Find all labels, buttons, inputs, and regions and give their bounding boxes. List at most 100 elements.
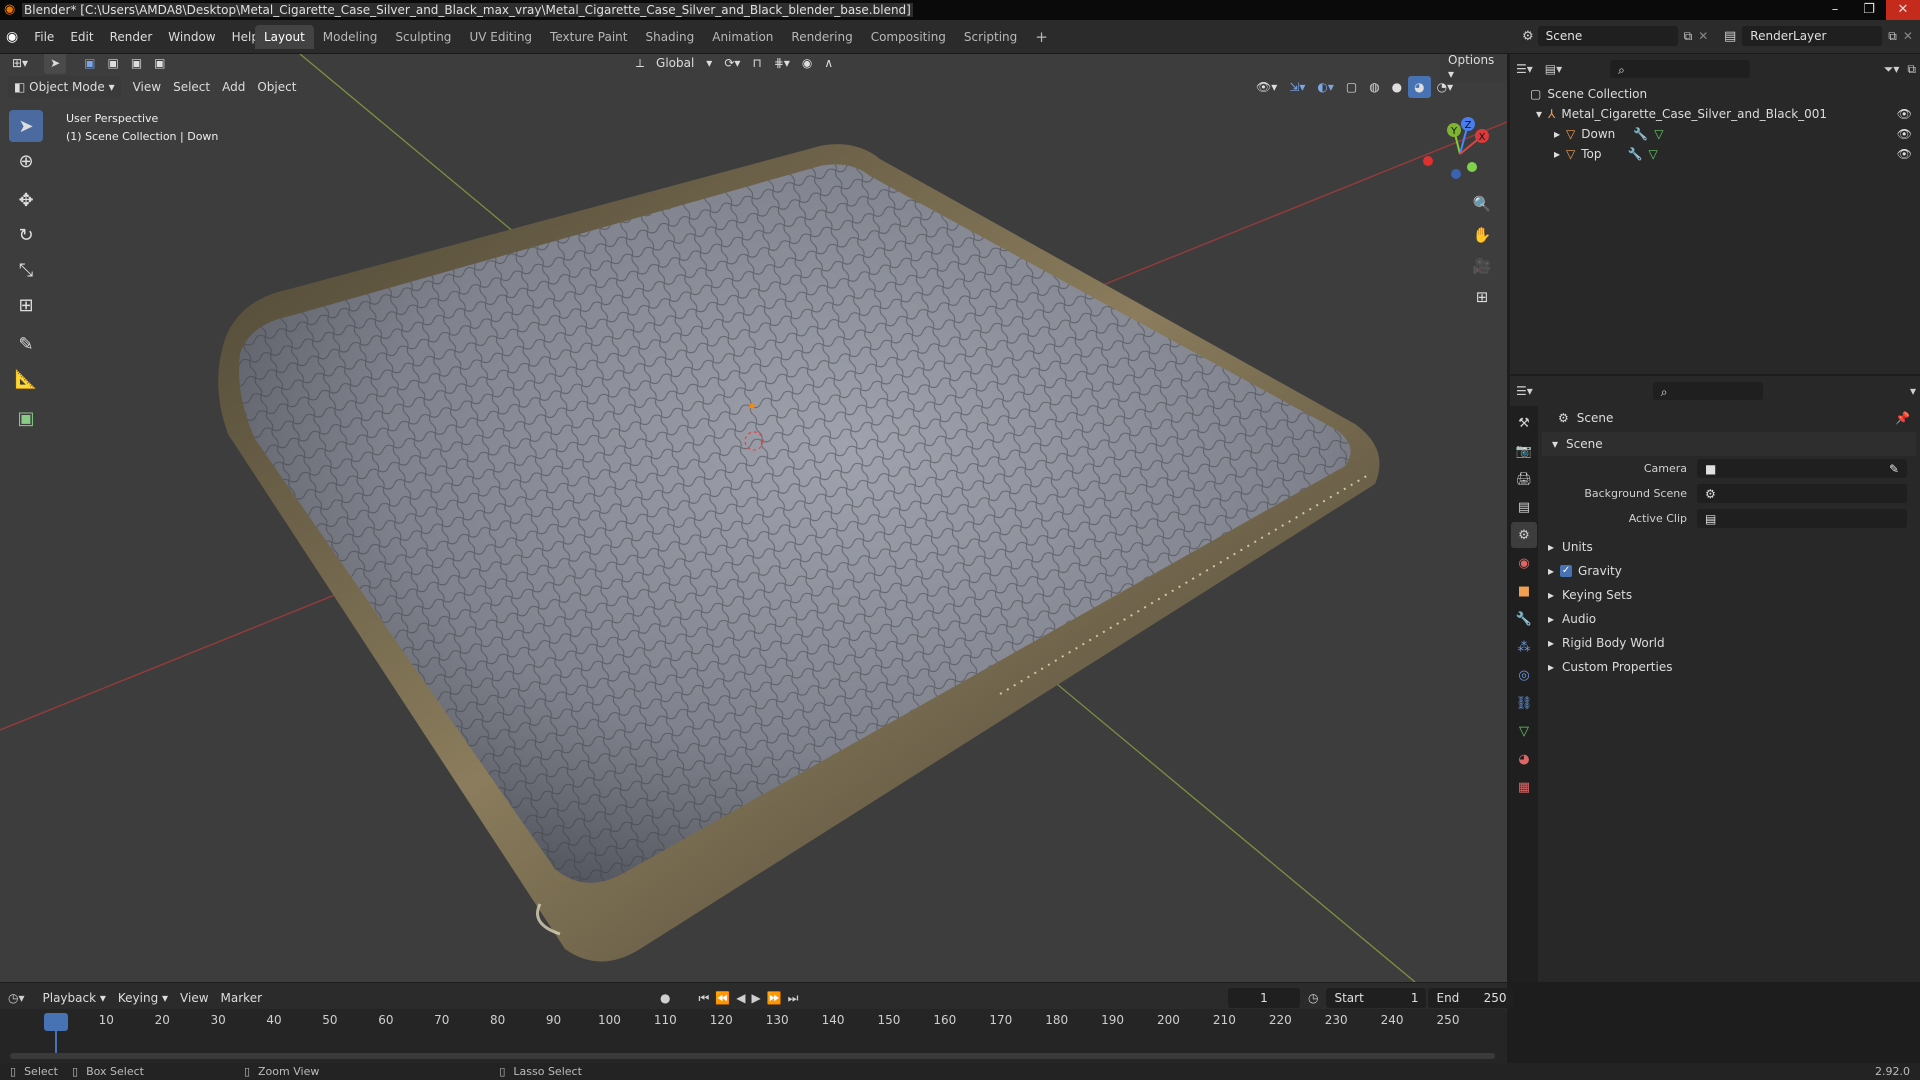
outliner-row-scene-collection[interactable]: ▢ Scene Collection xyxy=(1510,84,1920,104)
mesh-data-icon[interactable]: ▽ xyxy=(1648,144,1657,164)
selection-mode-new-icon[interactable]: ▣ xyxy=(78,54,101,74)
camera-view-icon[interactable]: 🎥 xyxy=(1468,252,1496,280)
cursor-tool-icon[interactable]: ⊕ xyxy=(9,145,43,177)
world-tab-icon[interactable]: ◉ xyxy=(1511,550,1537,576)
selection-mode-intersect-icon[interactable]: ▣ xyxy=(148,54,171,74)
snap-icon[interactable]: ⊓ xyxy=(746,54,767,74)
outliner-editor-type-icon[interactable]: ☰▾ xyxy=(1516,62,1533,76)
modifier-icon[interactable]: 🔧 xyxy=(1628,144,1643,164)
rendered-shading-icon[interactable]: ◔▾ xyxy=(1431,76,1460,98)
tab-shading[interactable]: Shading xyxy=(636,25,703,49)
playhead[interactable] xyxy=(44,1013,68,1031)
selection-mode-subtract-icon[interactable]: ▣ xyxy=(125,54,148,74)
minimize-icon[interactable]: – xyxy=(1818,0,1852,20)
camera-field[interactable]: ■ ✎ xyxy=(1697,459,1907,478)
gizmo-toggle-icon[interactable]: ⇲▾ xyxy=(1283,76,1311,98)
blender-menu-icon[interactable]: ◉ xyxy=(6,29,18,45)
texture-tab-icon[interactable]: ▦ xyxy=(1511,774,1537,800)
audio-section[interactable]: ▸ Audio xyxy=(1542,607,1916,631)
new-view-layer-icon[interactable]: ⧉ xyxy=(1888,29,1897,44)
pan-hand-icon[interactable]: ✋ xyxy=(1468,221,1496,249)
modifier-tab-icon[interactable]: 🔧 xyxy=(1511,606,1537,632)
chevron-right-icon[interactable]: ▸ xyxy=(1554,124,1560,144)
render-tab-icon[interactable]: 📷 xyxy=(1511,438,1537,464)
output-tab-icon[interactable]: 🖨 xyxy=(1511,466,1537,492)
tab-scripting[interactable]: Scripting xyxy=(955,25,1026,49)
falloff-icon[interactable]: ∧ xyxy=(818,54,839,74)
scene-type-icon[interactable]: ⚙ xyxy=(1522,29,1534,44)
chevron-down-icon[interactable]: ▾ xyxy=(1536,104,1542,124)
constraints-tab-icon[interactable]: ⛓ xyxy=(1511,690,1537,716)
object-tab-icon[interactable]: ■ xyxy=(1511,578,1537,604)
pivot-point-icon[interactable]: ⟳▾ xyxy=(718,54,746,74)
view-layer-icon[interactable]: ▤ xyxy=(1724,29,1736,44)
gravity-section[interactable]: ▸ ✓ Gravity xyxy=(1542,559,1916,583)
active-clip-field[interactable]: ▤ xyxy=(1697,509,1907,528)
annotate-tool-icon[interactable]: ✎ xyxy=(9,328,43,360)
tool-tab-icon[interactable]: ⚒ xyxy=(1511,410,1537,436)
tab-rendering[interactable]: Rendering xyxy=(782,25,861,49)
visibility-icon[interactable]: 👁▾ xyxy=(1250,76,1283,98)
scene-panel-header[interactable]: ▾ Scene xyxy=(1542,432,1916,456)
data-tab-icon[interactable]: ▽ xyxy=(1511,718,1537,744)
scene-tab-icon[interactable]: ⚙ xyxy=(1511,522,1537,548)
view-layer-tab-icon[interactable]: ▤ xyxy=(1511,494,1537,520)
menu-edit[interactable]: Edit xyxy=(62,26,101,48)
timeline-ruler[interactable]: 1102030405060708090100110120130140150160… xyxy=(0,1009,1507,1063)
properties-editor-type-icon[interactable]: ☰▾ xyxy=(1516,384,1533,398)
rotate-tool-icon[interactable]: ↻ xyxy=(9,219,43,251)
xray-icon[interactable]: ▢ xyxy=(1340,76,1363,98)
timeline-scrollbar[interactable] xyxy=(10,1053,1495,1059)
outliner-row-down[interactable]: ▸ ▽ Down 🔧 ▽ 👁 xyxy=(1510,124,1920,144)
menu-view[interactable]: View xyxy=(127,76,167,98)
view-layer-selector[interactable]: RenderLayer xyxy=(1742,26,1883,46)
mesh-data-icon[interactable]: ▽ xyxy=(1654,124,1663,144)
navigation-gizmo[interactable]: Z X Y xyxy=(1420,114,1500,194)
add-workspace-icon[interactable]: + xyxy=(1026,25,1057,49)
material-tab-icon[interactable]: ◕ xyxy=(1511,746,1537,772)
ortho-grid-icon[interactable]: ⊞ xyxy=(1468,283,1496,311)
zoom-icon[interactable]: 🔍 xyxy=(1468,190,1496,218)
display-mode-icon[interactable]: ▤▾ xyxy=(1545,62,1562,76)
move-tool-icon[interactable]: ✥ xyxy=(9,184,43,216)
outliner-row-collection[interactable]: ▾ ⅄ Metal_Cigarette_Case_Silver_and_Blac… xyxy=(1510,104,1920,124)
proportional-edit-icon[interactable]: ◉ xyxy=(796,54,818,74)
delete-scene-icon[interactable]: ✕ xyxy=(1698,29,1708,43)
filter-icon[interactable]: ⏷▾ xyxy=(1884,62,1900,77)
tab-uv-editing[interactable]: UV Editing xyxy=(460,25,541,49)
tab-sculpting[interactable]: Sculpting xyxy=(386,25,460,49)
outliner-row-top[interactable]: ▸ ▽ Top 🔧 ▽ 👁 xyxy=(1510,144,1920,164)
maximize-icon[interactable]: ❐ xyxy=(1852,0,1886,20)
scene-selector[interactable]: Scene xyxy=(1537,26,1678,46)
close-icon[interactable]: ✕ xyxy=(1886,0,1920,20)
solid-shading-icon[interactable]: ● xyxy=(1386,76,1408,98)
pin-icon[interactable]: 📌 xyxy=(1895,406,1910,430)
tab-texture-paint[interactable]: Texture Paint xyxy=(541,25,636,49)
add-cube-tool-icon[interactable]: ▣ xyxy=(9,402,43,434)
tab-animation[interactable]: Animation xyxy=(703,25,782,49)
units-section[interactable]: ▸ Units xyxy=(1542,535,1916,559)
menu-window[interactable]: Window xyxy=(160,26,223,48)
selection-mode-extend-icon[interactable]: ▣ xyxy=(101,54,124,74)
menu-add[interactable]: Add xyxy=(216,76,251,98)
menu-render[interactable]: Render xyxy=(102,26,161,48)
properties-search-input[interactable]: ⌕ xyxy=(1652,382,1763,400)
custom-properties-section[interactable]: ▸ Custom Properties xyxy=(1542,655,1916,679)
editor-type-icon[interactable]: ⊞▾ xyxy=(6,54,34,74)
chevron-down-icon[interactable]: ▾ xyxy=(1910,384,1916,398)
tab-modeling[interactable]: Modeling xyxy=(314,25,387,49)
chevron-right-icon[interactable]: ▸ xyxy=(1554,144,1560,164)
tab-layout[interactable]: Layout xyxy=(255,25,314,49)
particles-tab-icon[interactable]: ⁂ xyxy=(1511,634,1537,660)
material-shading-icon[interactable]: ◕ xyxy=(1408,76,1431,98)
3d-viewport[interactable]: ⊞▾ ➤ ▣ ▣ ▣ ▣ ⟂ Global ▾ ⟳▾ ⊓ ⋕▾ ◉ ∧ Opti… xyxy=(0,54,1507,982)
outliner-search-input[interactable]: ⌕ xyxy=(1610,60,1751,78)
menu-file[interactable]: File xyxy=(26,26,62,48)
menu-object[interactable]: Object xyxy=(251,76,302,98)
modifier-icon[interactable]: 🔧 xyxy=(1633,124,1648,144)
gravity-checkbox[interactable]: ✓ xyxy=(1560,565,1573,577)
eye-icon[interactable]: 👁 xyxy=(1897,104,1912,124)
scale-tool-icon[interactable]: ⤡ xyxy=(9,254,43,286)
keying-sets-section[interactable]: ▸ Keying Sets xyxy=(1542,583,1916,607)
transform-orientation-dropdown[interactable]: Global xyxy=(650,54,700,74)
